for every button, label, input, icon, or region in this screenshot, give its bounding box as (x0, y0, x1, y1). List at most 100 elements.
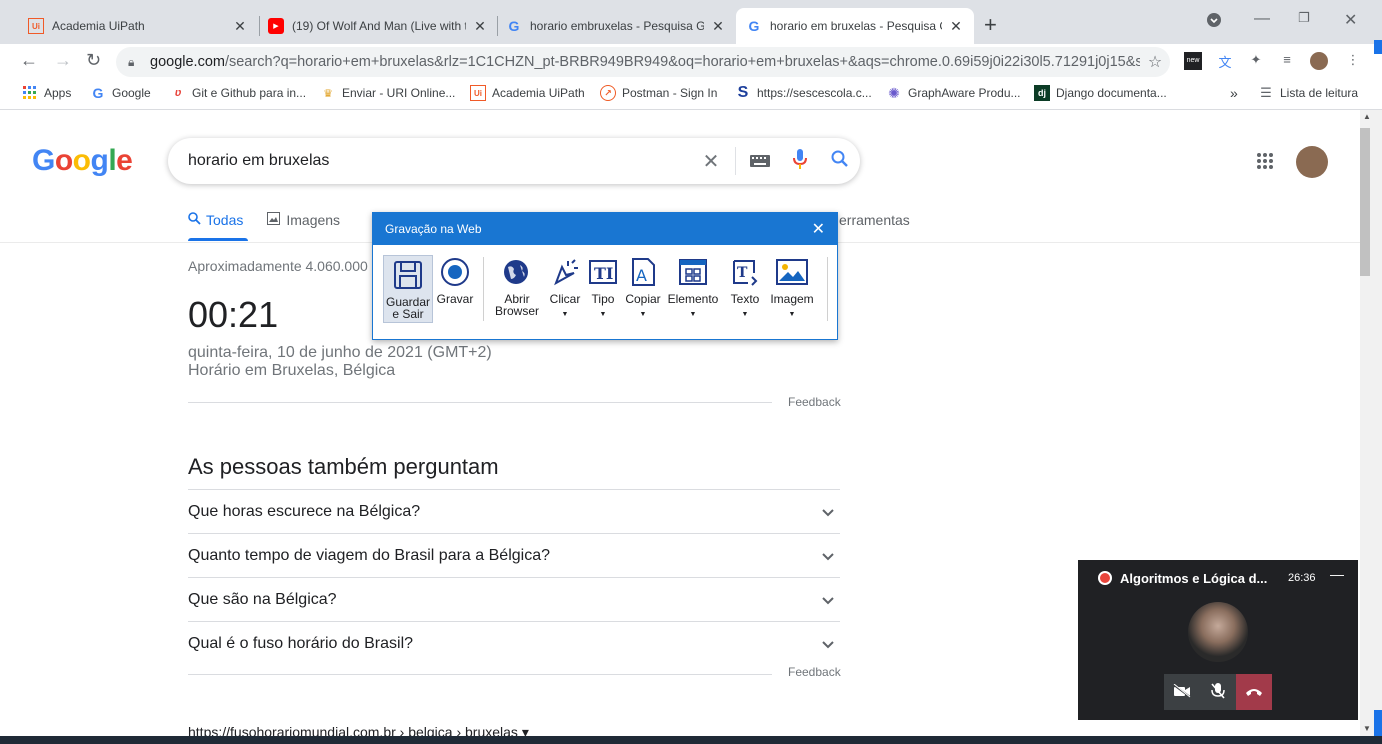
bookmark-academia-uipath[interactable]: Ui Academia UiPath (470, 85, 585, 101)
tools-button[interactable]: erramentas (839, 212, 910, 228)
restore-icon[interactable]: ❐ (1298, 10, 1310, 26)
reading-list-icon: ☰ (1260, 85, 1272, 100)
minimize-icon[interactable]: — (1254, 10, 1270, 28)
divider (188, 674, 772, 675)
scroll-down-arrow-icon[interactable]: ▼ (1360, 724, 1374, 733)
search-tabs: Todas Imagens (188, 212, 364, 228)
tab-images[interactable]: Imagens (267, 212, 340, 228)
bookmark-apps[interactable]: Apps (22, 85, 71, 101)
tab-label: Imagens (286, 212, 341, 228)
extensions-puzzle-icon[interactable]: ✦ (1247, 52, 1265, 70)
browser-menu-icon[interactable]: ⋮ (1344, 52, 1362, 70)
forward-arrow-icon[interactable]: → (54, 50, 72, 71)
tab-search-icon[interactable] (1206, 12, 1222, 33)
bookmark-google[interactable]: G Google (90, 85, 151, 101)
scroll-up-arrow-icon[interactable]: ▲ (1360, 112, 1374, 121)
browser-toolbar: ← → ↻ 🔒︎ google.com/search?q=horario+em+… (0, 44, 1382, 78)
media-control-icon[interactable]: ≡ (1278, 52, 1296, 70)
chevron-down-icon (822, 636, 840, 652)
chevron-down-icon: ▼ (788, 311, 796, 318)
tab-academia-uipath[interactable]: Ui Academia UiPath ✕ (18, 8, 258, 44)
image-icon (775, 255, 809, 289)
paa-question[interactable]: Qual é o fuso horário do Brasil? (188, 621, 840, 665)
meeting-controls (1164, 674, 1272, 710)
feedback-link[interactable]: Feedback (788, 395, 841, 409)
recording-indicator-icon (1098, 571, 1112, 585)
account-avatar[interactable] (1296, 146, 1328, 178)
search-icon (188, 212, 201, 228)
image-button[interactable]: Imagem ▼ (767, 255, 817, 321)
click-button[interactable]: Clicar ▼ (547, 255, 583, 321)
element-button[interactable]: Elemento ▼ (665, 255, 721, 321)
bookmark-label: Google (112, 86, 151, 100)
scroll-thumb[interactable] (1360, 128, 1370, 276)
bookmark-django[interactable]: dj Django documenta... (1034, 85, 1167, 101)
mic-off-button[interactable] (1200, 674, 1236, 710)
microphone-icon[interactable] (780, 148, 820, 174)
globe-icon (500, 255, 534, 289)
text-button[interactable]: T Texto ▼ (725, 255, 765, 321)
paa-question[interactable]: Quanto tempo de viagem do Brasil para a … (188, 533, 840, 577)
search-icon[interactable] (820, 150, 860, 173)
paa-question[interactable]: Que horas escurece na Bélgica? (188, 489, 840, 533)
type-button[interactable]: TI Tipo ▼ (585, 255, 621, 321)
close-tab-icon[interactable]: ✕ (710, 18, 726, 35)
tab-all[interactable]: Todas (188, 212, 243, 228)
meeting-elapsed-time: 26:36 (1288, 572, 1316, 584)
clear-search-icon[interactable]: ✕ (691, 149, 731, 174)
minimize-icon[interactable]: — (1330, 566, 1344, 582)
close-tab-icon[interactable]: ✕ (232, 18, 248, 35)
bookmark-graphaware[interactable]: ✺ GraphAware Produ... (886, 85, 1020, 101)
save-and-exit-button[interactable]: Guardar e Sair (383, 255, 433, 323)
record-button[interactable]: Gravar (435, 255, 475, 305)
back-arrow-icon[interactable]: ← (20, 50, 38, 71)
close-icon[interactable]: ✕ (812, 219, 825, 239)
bookmark-uri-online[interactable]: ♛ Enviar - URI Online... (320, 85, 455, 101)
tab-of-wolf-and-man[interactable]: ▶ (19) Of Wolf And Man (Live with t ✕ (258, 8, 498, 44)
reload-icon[interactable]: ↻ (86, 50, 101, 71)
tool-label: Imagem (770, 292, 814, 306)
copy-button[interactable]: A Copiar ▼ (623, 255, 663, 321)
bookmark-label: Django documenta... (1056, 86, 1167, 100)
record-icon (438, 255, 472, 289)
end-call-button[interactable] (1236, 674, 1272, 710)
chevron-down-icon (822, 548, 840, 564)
translate-extension-icon[interactable]: 文 (1216, 52, 1234, 70)
close-tab-icon[interactable]: ✕ (472, 18, 488, 35)
bookmark-git-github[interactable]: ʋ Git e Github para in... (170, 85, 306, 101)
side-accent (1374, 710, 1382, 736)
meeting-header: Algoritmos e Lógica d... (1078, 560, 1358, 596)
bookmarks-overflow-button[interactable]: » (1230, 85, 1238, 101)
tab-label: Todas (206, 212, 244, 228)
extension-new-icon[interactable]: new (1184, 52, 1202, 70)
tool-label: Gravar (436, 292, 474, 306)
new-tab-plus-icon[interactable]: + (984, 12, 997, 38)
reading-list-button[interactable]: ☰ Lista de leitura (1258, 85, 1358, 101)
paa-question[interactable]: Que são na Bélgica? (188, 577, 840, 621)
tab-horario-embruxelas[interactable]: G horario embruxelas - Pesquisa Go ✕ (496, 8, 736, 44)
google-logo[interactable]: Google (32, 144, 133, 178)
open-browser-button[interactable]: Abrir Browser (489, 255, 545, 317)
bookmark-postman[interactable]: ↗ Postman - Sign In (600, 85, 717, 101)
close-tab-icon[interactable]: ✕ (948, 18, 964, 35)
google-favicon-icon: G (508, 18, 520, 34)
tab-horario-em-bruxelas[interactable]: G horario em bruxelas - Pesquisa G ✕ (736, 8, 974, 44)
tab-title: horario em bruxelas - Pesquisa G (770, 19, 942, 33)
bookmark-star-icon[interactable]: ☆ (1140, 52, 1170, 72)
bookmark-sescescola[interactable]: S https://sescescola.c... (735, 84, 872, 101)
profile-avatar-icon[interactable] (1310, 52, 1328, 70)
feedback-link[interactable]: Feedback (788, 665, 841, 679)
tab-title: horario embruxelas - Pesquisa Go (530, 19, 704, 33)
click-icon (548, 255, 582, 289)
search-input[interactable]: horario em bruxelas (188, 152, 691, 170)
search-box[interactable]: horario em bruxelas ✕ (168, 138, 860, 184)
tab-strip: Ui Academia UiPath ✕ ▶ (19) Of Wolf And … (0, 0, 1382, 44)
camera-off-button[interactable] (1164, 674, 1200, 710)
google-apps-icon[interactable] (1256, 152, 1274, 175)
address-bar[interactable]: 🔒︎ google.com/search?q=horario+em+bruxel… (116, 47, 1170, 77)
side-accent (1374, 40, 1382, 54)
window-close-icon[interactable]: ✕ (1344, 10, 1357, 30)
people-also-ask-title: As pessoas também perguntam (188, 454, 499, 479)
tab-title: (19) Of Wolf And Man (Live with t (292, 19, 466, 33)
keyboard-icon[interactable] (740, 151, 780, 172)
